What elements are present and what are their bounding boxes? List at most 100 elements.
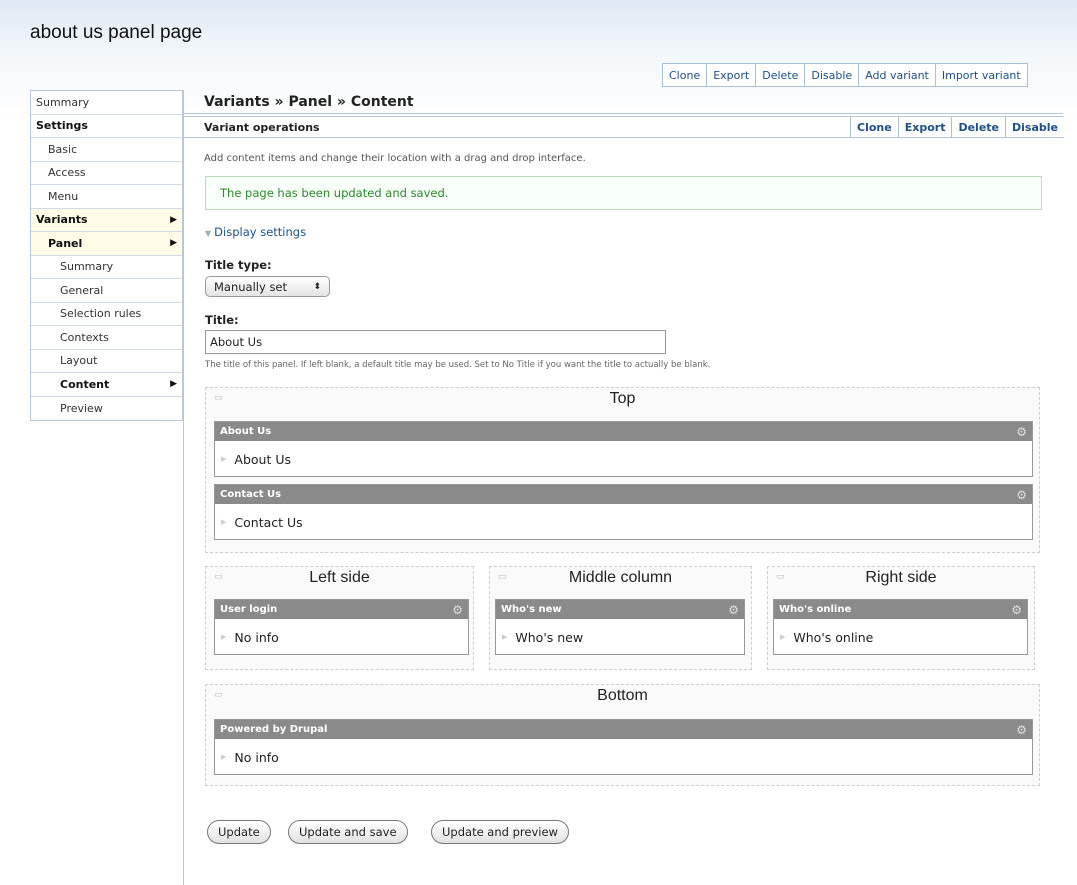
variant-delete-link[interactable]: Delete xyxy=(952,117,1007,137)
nav-item-settings[interactable]: Settings xyxy=(31,115,182,138)
gear-icon[interactable]: ⚙ xyxy=(452,603,463,617)
nav-item-access[interactable]: Access xyxy=(31,162,182,185)
page-title: about us panel page xyxy=(30,22,203,43)
pane-whos-online[interactable]: Who's online ⚙ ▶ Who's online xyxy=(773,599,1028,655)
pane-body: ▶ Who's online xyxy=(774,619,1027,655)
pane-body: ▶ Contact Us xyxy=(215,504,1032,540)
variant-operations-label: Variant operations xyxy=(204,120,320,134)
pane-body: ▶ Who's new xyxy=(496,619,744,655)
add-variant-link[interactable]: Add variant xyxy=(859,64,936,86)
import-variant-link[interactable]: Import variant xyxy=(936,64,1027,86)
triangle-icon: ▶ xyxy=(221,753,227,761)
export-link[interactable]: Export xyxy=(707,64,757,86)
pane-content: Who's new xyxy=(515,629,584,645)
pane-header[interactable]: Contact Us ⚙ xyxy=(215,485,1032,504)
title-input[interactable]: About Us xyxy=(205,330,666,354)
pane-body: ▶ No info xyxy=(215,739,1032,775)
nav-label: Menu xyxy=(48,189,79,203)
pane-header[interactable]: Powered by Drupal ⚙ xyxy=(215,720,1032,739)
nav-item-variants[interactable]: Variants ▶ xyxy=(31,208,182,232)
chevron-right-icon: ▶ xyxy=(170,214,177,225)
nav-item-selection-rules[interactable]: Selection rules xyxy=(31,303,182,326)
pane-body: ▶ About Us xyxy=(215,441,1032,477)
region-title: Top xyxy=(609,390,636,407)
nav-label: General xyxy=(60,283,104,297)
gear-icon[interactable]: ⚙ xyxy=(1016,425,1027,439)
triangle-icon: ▶ xyxy=(502,633,508,641)
nav-item-panel[interactable]: Panel ▶ xyxy=(31,232,182,256)
nav-item-general[interactable]: General xyxy=(31,279,182,303)
pane-content: Who's online xyxy=(793,629,874,645)
display-settings-label: Display settings xyxy=(214,225,307,239)
nav-item-summary[interactable]: Summary xyxy=(31,91,182,115)
nav-label: Summary xyxy=(60,260,114,274)
delete-link[interactable]: Delete xyxy=(756,64,806,86)
pane-title: User login xyxy=(220,604,278,615)
select-arrows-icon: ⬍ xyxy=(313,281,321,292)
status-message: The page has been updated and saved. xyxy=(205,176,1042,210)
collapse-triangle-icon: ▼ xyxy=(205,229,212,238)
triangle-icon: ▶ xyxy=(221,518,227,526)
nav-item-panel-summary[interactable]: Summary xyxy=(31,256,182,279)
title-type-label: Title type: xyxy=(205,258,272,272)
nav-item-basic[interactable]: Basic xyxy=(31,138,182,162)
nav-item-contexts[interactable]: Contexts xyxy=(31,326,182,350)
pane-content: No info xyxy=(234,749,279,765)
intro-text: Add content items and change their locat… xyxy=(204,153,586,164)
region-left-side: ▭ Left side User login ⚙ ▶ No info xyxy=(205,566,474,670)
pane-body: ▶ No info xyxy=(215,619,468,655)
nav-label: Selection rules xyxy=(60,307,142,321)
nav-item-content[interactable]: Content ▶ xyxy=(31,373,182,397)
chevron-right-icon: ▶ xyxy=(170,238,177,249)
gear-icon[interactable]: ⚙ xyxy=(1011,603,1022,617)
nav-label: Access xyxy=(48,166,86,180)
main-content: Variants » Panel » Content Variant opera… xyxy=(183,90,1064,885)
region-right-side: ▭ Right side Who's online ⚙ ▶ Who's online xyxy=(767,566,1035,670)
pane-content: Contact Us xyxy=(234,514,303,530)
variant-disable-link[interactable]: Disable xyxy=(1006,117,1064,137)
left-navigation: Summary Settings Basic Access Menu Varia… xyxy=(30,90,183,421)
region-title: Left side xyxy=(309,569,370,586)
display-settings-toggle[interactable]: ▼ Display settings xyxy=(205,225,306,239)
nav-item-preview[interactable]: Preview xyxy=(31,397,182,421)
disable-link[interactable]: Disable xyxy=(805,64,860,86)
nav-label: Layout xyxy=(60,354,98,368)
clone-link[interactable]: Clone xyxy=(663,64,708,86)
gear-icon[interactable]: ⚙ xyxy=(1016,488,1027,502)
nav-label: Panel xyxy=(48,236,83,250)
pane-user-login[interactable]: User login ⚙ ▶ No info xyxy=(214,599,469,655)
gear-icon[interactable]: ⚙ xyxy=(728,603,739,617)
title-type-select[interactable]: Manually set ⬍ xyxy=(205,276,330,297)
nav-label: Settings xyxy=(36,119,88,133)
variant-export-link[interactable]: Export xyxy=(899,117,953,137)
nav-item-menu[interactable]: Menu xyxy=(31,185,182,209)
pane-powered-by-drupal[interactable]: Powered by Drupal ⚙ ▶ No info xyxy=(214,719,1033,775)
pane-about-us[interactable]: About Us ⚙ ▶ About Us xyxy=(214,421,1033,477)
chevron-right-icon: ▶ xyxy=(170,379,177,390)
pane-header[interactable]: User login ⚙ xyxy=(215,600,468,619)
update-and-preview-button[interactable]: Update and preview xyxy=(431,820,569,844)
nav-item-layout[interactable]: Layout xyxy=(31,350,182,373)
update-button[interactable]: Update xyxy=(207,820,271,844)
pane-content: About Us xyxy=(234,451,291,467)
nav-label: Variants xyxy=(36,213,88,227)
nav-label: Content xyxy=(60,377,110,391)
pane-title: Contact Us xyxy=(220,489,282,500)
nav-label: Summary xyxy=(36,95,90,109)
pane-contact-us[interactable]: Contact Us ⚙ ▶ Contact Us xyxy=(214,484,1033,540)
region-top: ▭ Top About Us ⚙ ▶ About Us Contact Us ⚙ ▶ C… xyxy=(205,387,1040,553)
pane-title: Who's new xyxy=(501,604,562,615)
triangle-icon: ▶ xyxy=(780,633,786,641)
nav-label: Contexts xyxy=(60,330,109,344)
nav-label: Basic xyxy=(48,142,78,156)
pane-title: Powered by Drupal xyxy=(220,724,328,735)
pane-header[interactable]: Who's new ⚙ xyxy=(496,600,744,619)
variant-clone-link[interactable]: Clone xyxy=(851,117,899,137)
pane-title: About Us xyxy=(220,426,272,437)
pane-header[interactable]: Who's online ⚙ xyxy=(774,600,1027,619)
pane-content: No info xyxy=(234,629,279,645)
gear-icon[interactable]: ⚙ xyxy=(1016,723,1027,737)
update-and-save-button[interactable]: Update and save xyxy=(288,820,408,844)
pane-whos-new[interactable]: Who's new ⚙ ▶ Who's new xyxy=(495,599,745,655)
pane-header[interactable]: About Us ⚙ xyxy=(215,422,1032,441)
